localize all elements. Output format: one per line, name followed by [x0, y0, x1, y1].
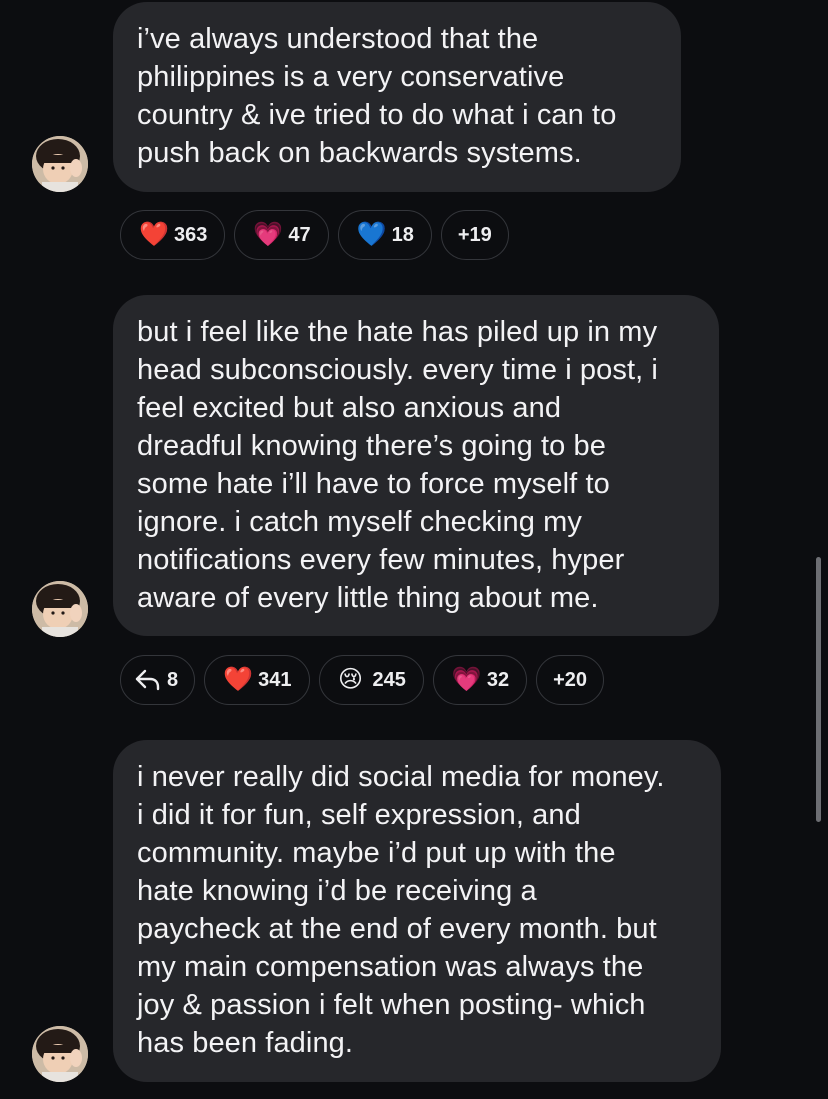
message-text: but i feel like the hate has piled up in…: [137, 316, 658, 614]
pink-heart-icon: 💗: [451, 666, 482, 693]
message-text: i’ve always understood that the philippi…: [137, 23, 617, 169]
avatar[interactable]: [32, 1026, 88, 1082]
red-heart-icon: ❤️: [139, 221, 169, 248]
reaction-chip[interactable]: 😢 245: [318, 655, 424, 705]
reaction-count: 18: [391, 223, 414, 246]
avatar-image: [32, 136, 88, 192]
avatar[interactable]: [32, 581, 88, 637]
reaction-chip[interactable]: 💗 47: [234, 210, 329, 260]
reaction-chip[interactable]: ❤️ 341: [204, 655, 310, 705]
message-bubble-3[interactable]: i never really did social media for mone…: [113, 740, 721, 1082]
reaction-count: 341: [258, 668, 292, 691]
more-reactions-chip[interactable]: +19: [440, 210, 509, 260]
avatar[interactable]: [32, 136, 88, 192]
reply-chip[interactable]: 8: [120, 655, 196, 705]
more-reactions-chip[interactable]: +20: [536, 655, 605, 705]
reply-icon: [135, 669, 161, 691]
reaction-chip[interactable]: 💙 18: [337, 210, 432, 260]
avatar-image: [32, 581, 88, 637]
reaction-count: 32: [486, 668, 510, 691]
reaction-bar: ❤️ 363 💗 47 💙 18 +19: [120, 210, 509, 262]
red-heart-icon: ❤️: [223, 666, 254, 693]
crying-face-icon: 😢: [337, 666, 364, 693]
reaction-count: 47: [288, 223, 311, 246]
scrollbar[interactable]: [816, 557, 821, 822]
reaction-bar: 8 ❤️ 341 😢 245 💗 32 +20: [120, 655, 605, 707]
reply-count: 8: [167, 668, 179, 691]
blue-heart-icon: 💙: [356, 221, 387, 248]
message-text: i never really did social media for mone…: [137, 761, 665, 1059]
pink-heart-icon: 💗: [253, 221, 284, 248]
more-reactions-count: +20: [553, 668, 588, 691]
reaction-chip[interactable]: ❤️ 363: [120, 210, 226, 260]
more-reactions-count: +19: [457, 223, 492, 246]
reaction-count: 363: [174, 223, 208, 246]
message-bubble-2[interactable]: but i feel like the hate has piled up in…: [113, 295, 719, 636]
reaction-count: 245: [372, 668, 406, 691]
avatar-image: [32, 1026, 88, 1082]
reaction-chip[interactable]: 💗 32: [432, 655, 528, 705]
message-bubble-1[interactable]: i’ve always understood that the philippi…: [113, 2, 681, 192]
